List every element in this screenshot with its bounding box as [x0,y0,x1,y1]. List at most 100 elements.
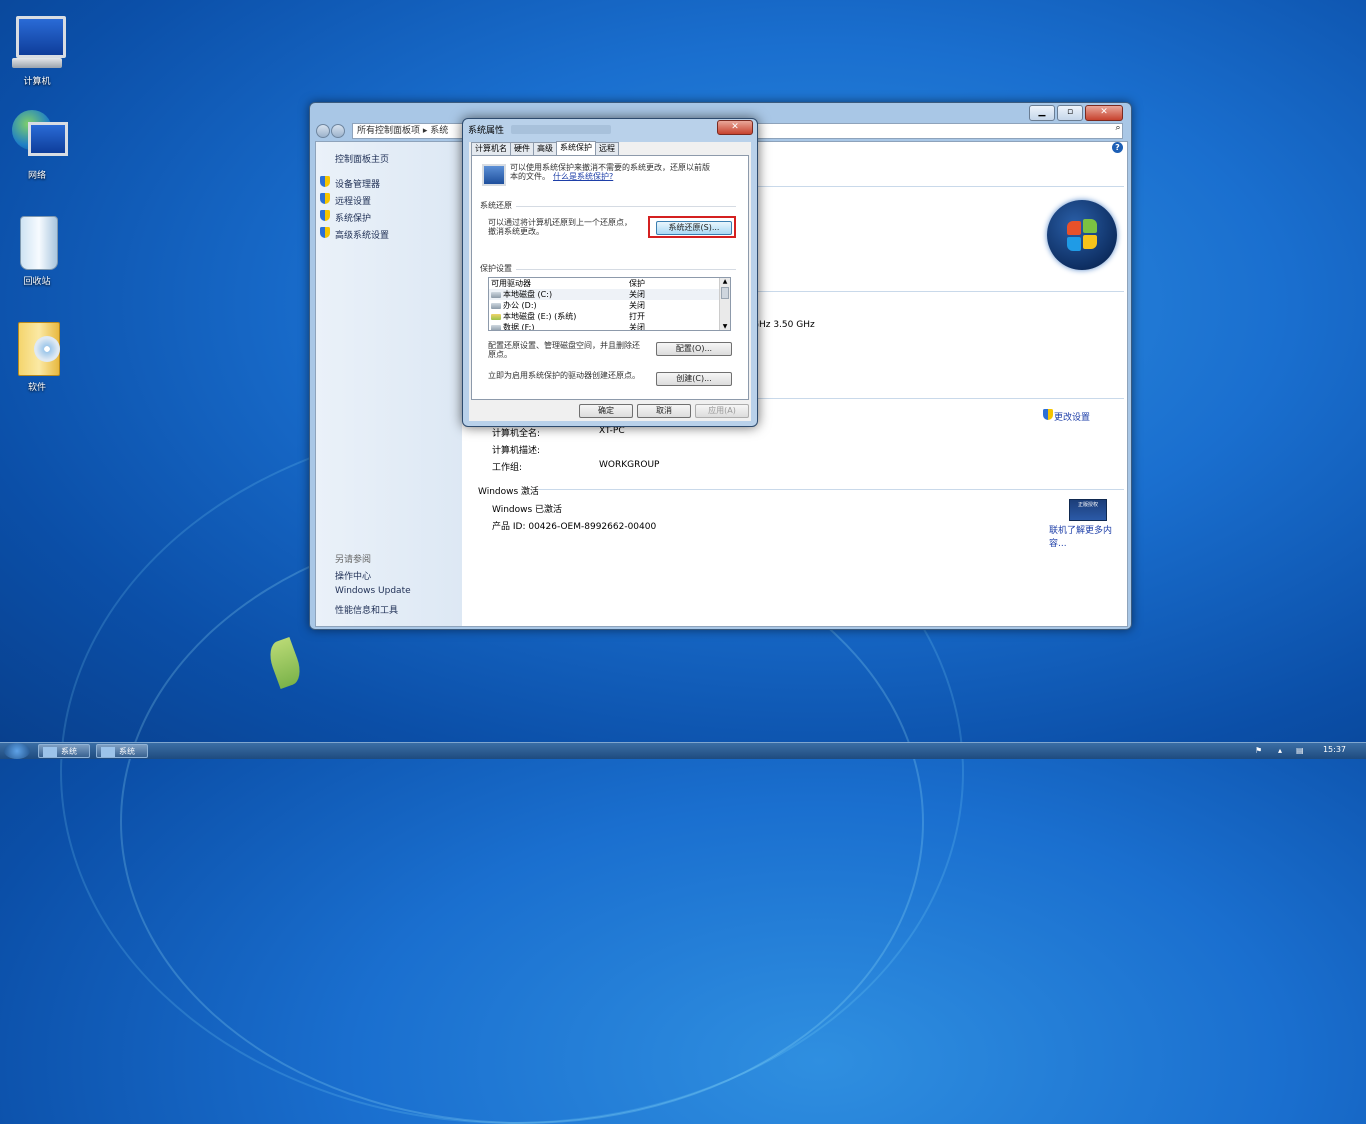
activation-status: Windows 已激活 [492,505,563,515]
list-item[interactable]: 数据 (F:) 关闭 [489,322,719,331]
dialog-title: 系统属性 [468,126,505,136]
intro-text-line2: 本的文件。 [510,172,550,181]
tab-system-protection[interactable]: 系统保护 [556,141,596,155]
windows-logo [1047,200,1117,270]
network-icon [10,108,68,166]
system-protection-panel: 可以使用系统保护来撤消不需要的系统更改，还原以前版 本的文件。 什么是系统保护?… [471,155,749,400]
drive-name: 办公 (D:) [503,301,537,310]
dialog-close-button[interactable]: ✕ [717,120,753,135]
see-also-title: 另请参阅 [335,555,372,565]
cancel-button[interactable]: 取消 [637,404,691,418]
dialog-body: 计算机名 硬件 高级 系统保护 远程 可以使用系统保护来撤消不需要的系统更改，还… [469,141,751,421]
protection-settings-group-title: 保护设置 [480,264,512,273]
group-divider [516,269,736,270]
section-divider [716,186,1124,187]
workgroup-value: WORKGROUP [599,460,660,470]
processor-speed: GHz 3.50 GHz [752,320,815,330]
section-divider [538,489,1124,490]
desktop-icon-label: 计算机 [23,77,51,87]
computer-icon [10,14,66,72]
close-button[interactable]: ✕ [1085,105,1123,121]
dialog-tabs: 计算机名 硬件 高级 系统保护 远程 [471,141,619,155]
taskbar-item-system[interactable]: 系统 [96,744,148,758]
ok-button[interactable]: 确定 [579,404,633,418]
tab-hardware[interactable]: 硬件 [510,142,534,155]
see-also-performance[interactable]: 性能信息和工具 [335,603,398,616]
section-divider [716,291,1124,292]
desktop-icon-network[interactable]: 网络 [2,108,72,181]
shield-icon [320,176,330,187]
scroll-up-icon[interactable]: ▲ [720,278,730,285]
restore-button-highlight [648,216,736,238]
drive-icon [491,313,501,320]
configure-button[interactable]: 配置(O)... [656,342,732,356]
create-button[interactable]: 创建(C)... [656,372,732,386]
sidebar-home-link[interactable]: 控制面板主页 [335,152,389,165]
window-icon [43,747,57,757]
taskbar-item-label: 系统 [61,747,77,756]
drive-name: 本地磁盘 (E:) (系统) [503,312,577,321]
list-item[interactable]: 办公 (D:) 关闭 [489,300,719,311]
forward-button[interactable] [331,124,345,138]
column-header-protection: 保护 [629,279,645,288]
drive-icon [491,302,501,309]
flag-icon[interactable]: ⚑ [1255,746,1262,755]
intro-text-line1: 可以使用系统保护来撤消不需要的系统更改，还原以前版 [510,163,710,172]
shield-icon [320,210,330,221]
config-text-line2: 原点。 [488,350,512,359]
tab-advanced[interactable]: 高级 [533,142,557,155]
create-text: 立即为启用系统保护的驱动器创建还原点。 [488,371,640,380]
folder-icon [10,320,64,378]
product-id: 产品 ID: 00426-OEM-8992662-00400 [492,522,657,532]
apply-button[interactable]: 应用(A) [695,404,749,418]
sidebar: 控制面板主页 设备管理器 远程设置 系统保护 高级系统设置 另请参阅 操作中心 … [316,142,462,626]
drive-status: 打开 [629,312,645,321]
clock[interactable]: 15:37 [1323,745,1346,754]
scroll-down-icon[interactable]: ▼ [720,323,730,330]
sidebar-item-system-protection[interactable]: 系统保护 [335,211,371,224]
restore-text-line1: 可以通过将计算机还原到上一个还原点， [488,218,632,227]
taskbar-item-system[interactable]: 系统 [38,744,90,758]
group-divider [516,206,736,207]
desktop-icon-computer[interactable]: 计算机 [2,14,72,87]
see-also-action-center[interactable]: 操作中心 [335,569,371,582]
tab-computer-name[interactable]: 计算机名 [471,142,511,155]
sidebar-item-advanced-settings[interactable]: 高级系统设置 [335,228,389,241]
genuine-learn-more-link[interactable]: 联机了解更多内容... [1049,523,1127,549]
drive-name: 本地磁盘 (C:) [503,290,553,299]
change-settings-link[interactable]: 更改设置 [1054,410,1090,423]
drive-status: 关闭 [629,323,645,331]
minimize-button[interactable]: ▁ [1029,105,1055,121]
activation-title: Windows 激活 [478,487,540,497]
drive-icon [491,324,501,330]
taskbar-item-label: 系统 [119,747,135,756]
tab-remote[interactable]: 远程 [595,142,619,155]
shield-icon [320,227,330,238]
desktop-icon-folder[interactable]: 软件 [2,320,72,393]
maximize-button[interactable]: ▫ [1057,105,1083,121]
search-icon[interactable]: ⌕ [1111,123,1125,137]
section-divider [716,398,1124,399]
system-restore-group-title: 系统还原 [480,201,512,210]
chevron-up-icon[interactable]: ▴ [1278,746,1282,755]
workgroup-label: 工作组: [492,463,523,473]
sidebar-item-device-manager[interactable]: 设备管理器 [335,177,380,190]
what-is-system-protection-link[interactable]: 什么是系统保护? [553,172,613,181]
drive-status: 关闭 [629,290,645,299]
drive-list-scrollbar[interactable]: ▲ ▼ [719,278,730,330]
scroll-thumb[interactable] [721,287,729,299]
back-button[interactable] [316,124,330,138]
sidebar-item-remote-settings[interactable]: 远程设置 [335,194,371,207]
see-also-windows-update[interactable]: Windows Update [335,586,411,596]
help-icon[interactable]: ? [1112,142,1123,153]
desktop-icon-recycle-bin[interactable]: 回收站 [2,214,72,287]
desktop-icon-label: 回收站 [23,277,51,287]
window-icon [101,747,115,757]
list-item[interactable]: 本地磁盘 (C:) 关闭 [489,289,719,300]
start-button[interactable] [4,743,30,759]
list-item[interactable]: 本地磁盘 (E:) (系统) 打开 [489,311,719,322]
taskbar: 系统 系统 ⚑ ▴ ▤ 15:37 [0,742,1366,759]
network-tray-icon[interactable]: ▤ [1296,746,1304,755]
drive-name: 数据 (F:) [503,323,535,331]
drive-list[interactable]: 可用驱动器 保护 本地磁盘 (C:) 关闭 办公 (D:) 关闭 本地磁盘 (E… [488,277,731,331]
